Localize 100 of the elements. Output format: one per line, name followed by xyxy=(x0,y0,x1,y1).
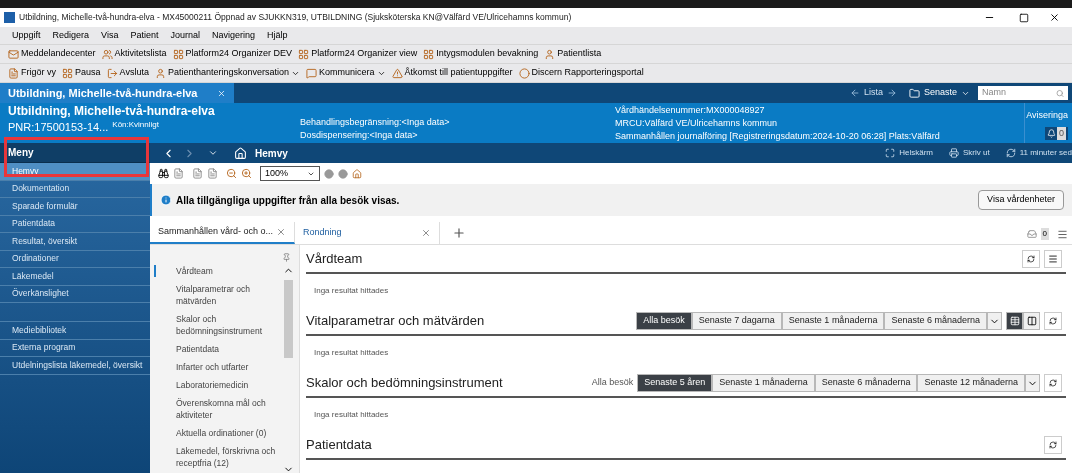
menu-item[interactable]: Patient xyxy=(130,28,159,43)
zoom-out-icon[interactable] xyxy=(226,168,237,179)
name-search-field[interactable]: Namn xyxy=(978,86,1068,100)
toolbar-button[interactable]: Åtkomst till patientuppgifter xyxy=(391,66,513,80)
grid-icon xyxy=(423,48,435,60)
close-icon[interactable] xyxy=(1049,12,1060,23)
toolbar-button[interactable]: Platform24 Organizer DEV xyxy=(172,47,293,61)
page-icon[interactable] xyxy=(192,168,203,179)
index-item[interactable]: Överenskomna mål och aktiviteter xyxy=(150,397,281,421)
filter-button[interactable]: Senaste 6 månaderna xyxy=(884,312,987,330)
empty-message: Inga resultat hittades xyxy=(313,285,390,297)
page-icon[interactable] xyxy=(173,168,184,179)
refresh-icon xyxy=(1005,148,1016,158)
home-icon[interactable] xyxy=(352,168,362,179)
refresh-button[interactable] xyxy=(1044,312,1062,330)
patient-gender: Kön:Kvinnligt xyxy=(112,119,159,131)
toolbar-button[interactable]: Frigör vy xyxy=(8,66,56,80)
index-item[interactable]: Vitalparametrar och mätvärden xyxy=(150,283,281,307)
filter-button[interactable]: Senaste 12 månaderna xyxy=(917,374,1025,392)
info-icon xyxy=(160,194,172,206)
header-field: Dosdispensering:<Inga data> xyxy=(300,129,615,142)
filter-button[interactable]: Senaste 1 månaderna xyxy=(781,312,885,330)
toolbar-button[interactable]: Patientlista xyxy=(544,47,602,61)
menu-item[interactable]: Navigering xyxy=(212,28,255,43)
filter-button[interactable]: Senaste 6 månaderna xyxy=(814,374,918,392)
scrollbar-thumb[interactable] xyxy=(283,280,293,358)
sidebar-item[interactable]: Patientdata xyxy=(0,215,150,233)
sidebar-item[interactable]: Resultat, översikt xyxy=(0,233,150,251)
pin-icon[interactable] xyxy=(282,253,291,262)
folder-icon xyxy=(908,87,920,99)
scroll-down-icon[interactable] xyxy=(282,464,294,473)
warning-icon xyxy=(391,67,403,79)
patient-tab[interactable]: Utbildning, Michelle-två-hundra-elva xyxy=(0,83,234,103)
app-icon xyxy=(4,12,15,23)
header-action[interactable]: 11 minuter sed xyxy=(1005,147,1072,159)
binoculars-icon[interactable] xyxy=(158,168,169,179)
caret-icon[interactable] xyxy=(208,148,218,158)
menu-item[interactable]: Redigera xyxy=(52,28,90,43)
refresh-button[interactable] xyxy=(1044,436,1062,454)
menu-item[interactable]: Uppgift xyxy=(12,28,41,43)
index-item[interactable]: Aktuella ordinationer (0) xyxy=(150,427,281,439)
split-view-button[interactable] xyxy=(1023,312,1040,330)
content-tab[interactable]: Rondning xyxy=(295,222,440,244)
toolbar-button[interactable]: Pausa xyxy=(62,66,101,80)
refresh-button[interactable] xyxy=(1044,374,1062,392)
toolbar-button[interactable]: Aktivitetslista xyxy=(101,47,167,61)
page-title: Hemvy xyxy=(255,146,289,161)
toolbar-button[interactable]: Patienthanteringskonversation xyxy=(154,66,300,80)
inbox-badge[interactable]: 0 xyxy=(1026,228,1049,240)
grid-icon xyxy=(62,67,73,79)
menu-item[interactable]: Journal xyxy=(170,28,200,43)
toolbar-button[interactable]: Discern Rapporteringsportal xyxy=(518,66,644,80)
circle-icon[interactable] xyxy=(338,168,348,179)
header-action[interactable]: Helskärm xyxy=(885,147,933,159)
name-input[interactable]: Namn xyxy=(982,86,1056,100)
sidebar-item[interactable]: Dokumentation xyxy=(0,180,150,198)
list-link[interactable]: Lista xyxy=(863,86,883,100)
toolbar-button[interactable]: Kommunicera xyxy=(306,66,386,80)
person-icon xyxy=(154,67,166,79)
section-title: Vårdteam xyxy=(306,250,364,269)
people-icon xyxy=(101,48,113,60)
add-tab-icon[interactable] xyxy=(452,226,466,240)
dropdown-button[interactable] xyxy=(1025,374,1040,392)
split-panel-icon xyxy=(1026,316,1037,326)
toolbar-button[interactable]: Platform24 Organizer view xyxy=(298,47,418,61)
toolbar-button[interactable]: Avsluta xyxy=(106,66,149,80)
refresh-button[interactable] xyxy=(1022,250,1040,268)
zoom-in-icon[interactable] xyxy=(241,168,252,179)
index-item[interactable]: Infarter och utfarter xyxy=(150,361,281,373)
circle-icon[interactable] xyxy=(324,168,334,179)
toolbar-button[interactable]: Intygsmodulen bevakning xyxy=(423,47,539,61)
filter-button[interactable]: Senaste 1 månaderna xyxy=(712,374,815,392)
table-view-button[interactable] xyxy=(1006,312,1023,330)
toolbar-button[interactable]: Meddelandecenter xyxy=(8,47,96,61)
filter-button[interactable]: Senaste 5 åren xyxy=(637,374,713,392)
filter-button[interactable]: Alla besök xyxy=(636,312,692,330)
index-item[interactable]: Patientdata xyxy=(150,343,281,355)
refresh-icon xyxy=(1027,255,1035,263)
notifications-badge[interactable]: 0 xyxy=(1045,126,1068,140)
menu-icon[interactable] xyxy=(1057,229,1068,240)
forward-arrow-icon[interactable] xyxy=(886,88,897,98)
filter-button[interactable]: Senaste 7 dagarna xyxy=(691,312,782,330)
header-action[interactable]: Skriv ut xyxy=(949,147,990,159)
maximize-icon[interactable] xyxy=(1019,12,1029,23)
index-item[interactable]: Läkemedel, förskrivna och receptfria (12) xyxy=(150,445,281,469)
index-item[interactable]: Laboratoriemedicin xyxy=(150,379,281,391)
back-arrow-icon[interactable] xyxy=(849,88,860,98)
page-icon[interactable] xyxy=(207,168,218,179)
banner-text: Alla tillgängliga uppgifter från alla besök visas. xyxy=(176,193,401,208)
notifications-label: Aviseringa xyxy=(1026,109,1068,122)
grid-icon xyxy=(298,48,310,60)
menu-item[interactable]: Hjälp xyxy=(267,28,288,43)
zoom-select[interactable]: 100% xyxy=(260,166,320,181)
menu-button[interactable] xyxy=(1044,250,1062,268)
refresh-icon xyxy=(1049,317,1057,325)
show-units-button[interactable]: Visa vårdenheter xyxy=(978,190,1064,210)
menu-item[interactable]: Visa xyxy=(101,28,119,43)
recent-button[interactable]: Senaste xyxy=(908,86,970,100)
index-item[interactable]: Vårdteam xyxy=(154,265,285,277)
index-item[interactable]: Skalor och bedömningsinstrument xyxy=(150,313,281,337)
